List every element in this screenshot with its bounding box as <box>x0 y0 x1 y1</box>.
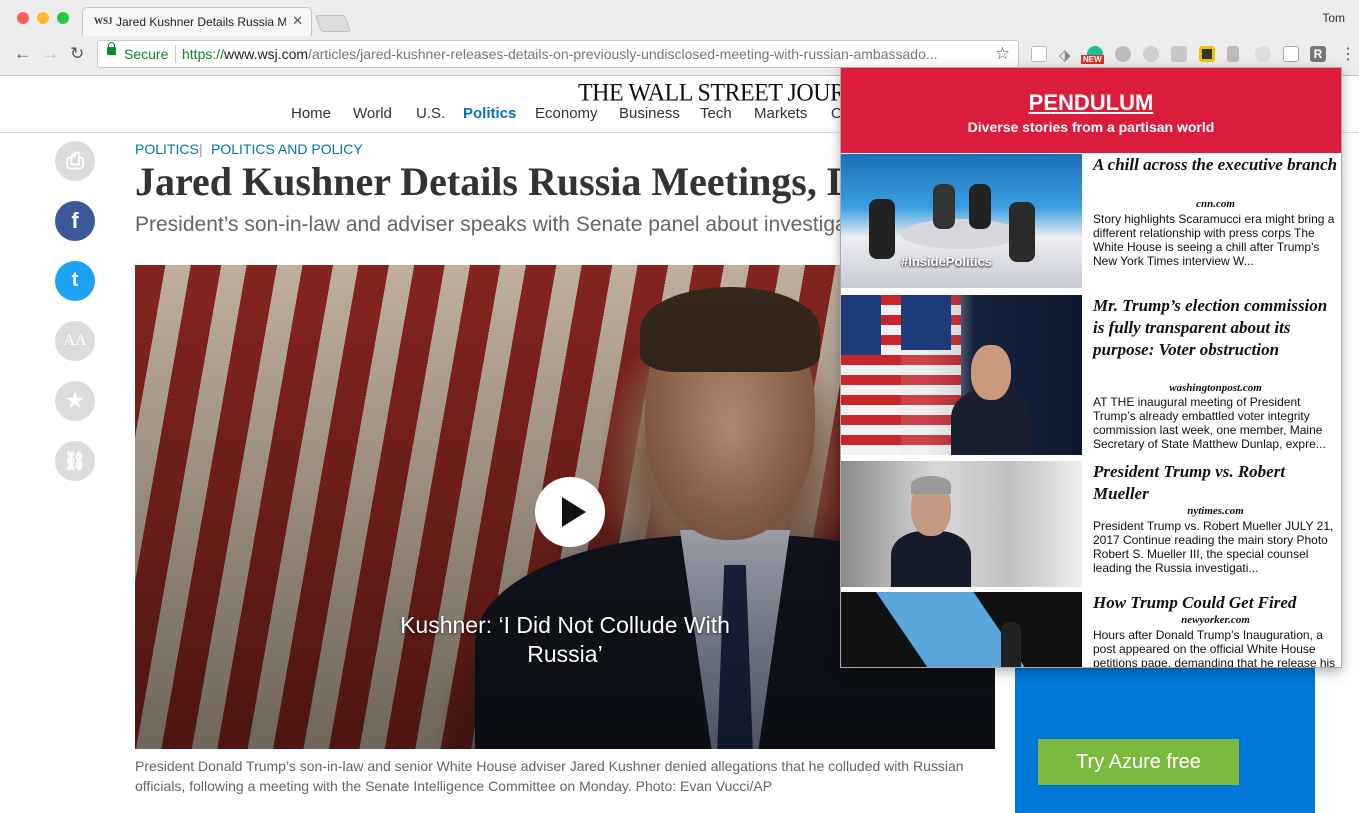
tab-title: Jared Kushner Details Russia Meetings <box>116 15 286 29</box>
video-caption: President Donald Trump’s son-in-law and … <box>135 758 964 794</box>
divider <box>175 45 176 63</box>
maximize-window-button[interactable] <box>57 12 69 24</box>
story-thumbnail[interactable] <box>841 461 1082 587</box>
print-icon[interactable]: ⎙ <box>55 141 95 181</box>
reload-icon[interactable]: ↻ <box>70 44 84 64</box>
new-badge: NEW <box>1081 55 1104 64</box>
try-azure-button[interactable]: Try Azure free <box>1038 739 1239 785</box>
pendulum-header: PENDULUM Diverse stories from a partisan… <box>841 68 1341 153</box>
story-thumbnail[interactable]: #InsidePolitics <box>841 154 1082 288</box>
story-excerpt: Story highlights Scaramucci era might br… <box>1093 212 1335 268</box>
story-item[interactable]: President Trump vs. Robert Mueller nytim… <box>841 461 1341 587</box>
monitor-icon[interactable] <box>1283 46 1299 62</box>
nav-us[interactable]: U.S. <box>416 105 445 122</box>
facebook-icon[interactable]: f <box>55 201 95 241</box>
story-title[interactable]: Mr. Trump’s election commission is fully… <box>1093 295 1338 361</box>
breadcrumb-politics-and-policy[interactable]: POLITICS AND POLICY <box>211 141 363 157</box>
download-icon[interactable] <box>1171 46 1187 62</box>
secure-label: Secure <box>124 46 169 62</box>
books-icon[interactable] <box>1227 46 1239 62</box>
story-source: cnn.com <box>1196 198 1235 210</box>
nav-business[interactable]: Business <box>619 105 680 122</box>
azure-ad[interactable]: Try Azure free <box>1015 668 1315 813</box>
story-thumbnail[interactable] <box>841 592 1082 667</box>
twitter-icon[interactable]: t <box>55 261 95 301</box>
text-size-icon[interactable]: AA <box>55 321 95 361</box>
nav-tech[interactable]: Tech <box>700 105 732 122</box>
pendulum-popup: PENDULUM Diverse stories from a partisan… <box>840 67 1342 668</box>
browser-menu-icon[interactable]: ⋮ <box>1340 44 1356 64</box>
close-tab-icon[interactable]: ✕ <box>292 13 303 29</box>
save-star-icon[interactable]: ★ <box>55 381 95 421</box>
url-host: www.wsj.com <box>224 46 309 62</box>
url-scheme: https:// <box>182 46 225 62</box>
close-window-button[interactable] <box>17 12 29 24</box>
breadcrumb-separator: | <box>199 141 203 157</box>
hand-icon[interactable] <box>1115 46 1131 62</box>
play-button-icon[interactable] <box>535 477 605 547</box>
profile-name[interactable]: Tom <box>1322 11 1345 25</box>
nav-markets[interactable]: Markets <box>754 105 807 122</box>
story-source: newyorker.com <box>1181 614 1250 626</box>
circle-icon[interactable] <box>1255 46 1271 62</box>
story-thumbnail[interactable] <box>841 295 1082 455</box>
story-item[interactable]: #InsidePolitics A chill across the execu… <box>841 154 1341 288</box>
qr-icon[interactable] <box>1199 46 1215 62</box>
pendulum-title[interactable]: PENDULUM <box>841 90 1341 116</box>
video-title: Kushner: ‘I Did Not Collude With Russia’ <box>400 612 730 667</box>
url-path: /articles/jared-kushner-releases-details… <box>308 46 938 62</box>
reader-icon[interactable] <box>1031 46 1047 62</box>
story-excerpt: AT THE inaugural meeting of President Tr… <box>1093 395 1326 451</box>
article-dek: President’s son-in-law and adviser speak… <box>135 213 845 236</box>
story-title[interactable]: President Trump vs. Robert Mueller <box>1093 461 1338 505</box>
nav-economy[interactable]: Economy <box>535 105 598 122</box>
new-tab-button[interactable] <box>314 15 352 32</box>
r-extension-icon[interactable]: R <box>1310 46 1326 62</box>
lock-icon <box>107 42 116 55</box>
story-title[interactable]: A chill across the executive branch <box>1093 154 1338 176</box>
story-item[interactable]: How Trump Could Get Fired newyorker.com … <box>841 592 1341 668</box>
wsj-favicon-icon: WSJ <box>94 16 113 26</box>
story-source: nytimes.com <box>1187 505 1244 517</box>
breadcrumb-politics[interactable]: POLITICS <box>135 141 199 157</box>
story-title[interactable]: How Trump Could Get Fired <box>1093 592 1338 614</box>
pendulum-subtitle: Diverse stories from a partisan world <box>967 119 1215 135</box>
thumbnail-label: #InsidePolitics <box>901 254 993 269</box>
forward-arrow-icon[interactable]: → <box>42 44 59 64</box>
address-bar[interactable]: Secure https://www.wsj.com/articles/jare… <box>97 40 1019 68</box>
swirl-icon[interactable] <box>1143 46 1159 62</box>
link-icon[interactable]: ⛓ <box>55 441 95 481</box>
back-arrow-icon[interactable]: ← <box>14 44 31 64</box>
tag-icon[interactable]: ⬗ <box>1059 46 1075 64</box>
story-source: washingtonpost.com <box>1169 382 1262 394</box>
story-excerpt: Hours after Donald Trump’s Inauguration,… <box>1093 628 1336 668</box>
browser-chrome: WSJ Jared Kushner Details Russia Meeting… <box>0 0 1359 76</box>
nav-home[interactable]: Home <box>291 105 331 122</box>
browser-tab[interactable]: WSJ Jared Kushner Details Russia Meeting… <box>82 7 312 36</box>
article-headline: Jared Kushner Details Russia Meetings, D… <box>135 159 855 204</box>
story-excerpt: President Trump vs. Robert Mueller JULY … <box>1093 519 1334 575</box>
url-text[interactable]: https://www.wsj.com/articles/jared-kushn… <box>182 46 992 62</box>
minimize-window-button[interactable] <box>37 12 49 24</box>
nav-world[interactable]: World <box>353 105 392 122</box>
bookmark-star-icon[interactable]: ☆ <box>995 44 1010 64</box>
nav-politics[interactable]: Politics <box>463 105 516 122</box>
story-item[interactable]: Mr. Trump’s election commission is fully… <box>841 295 1341 455</box>
